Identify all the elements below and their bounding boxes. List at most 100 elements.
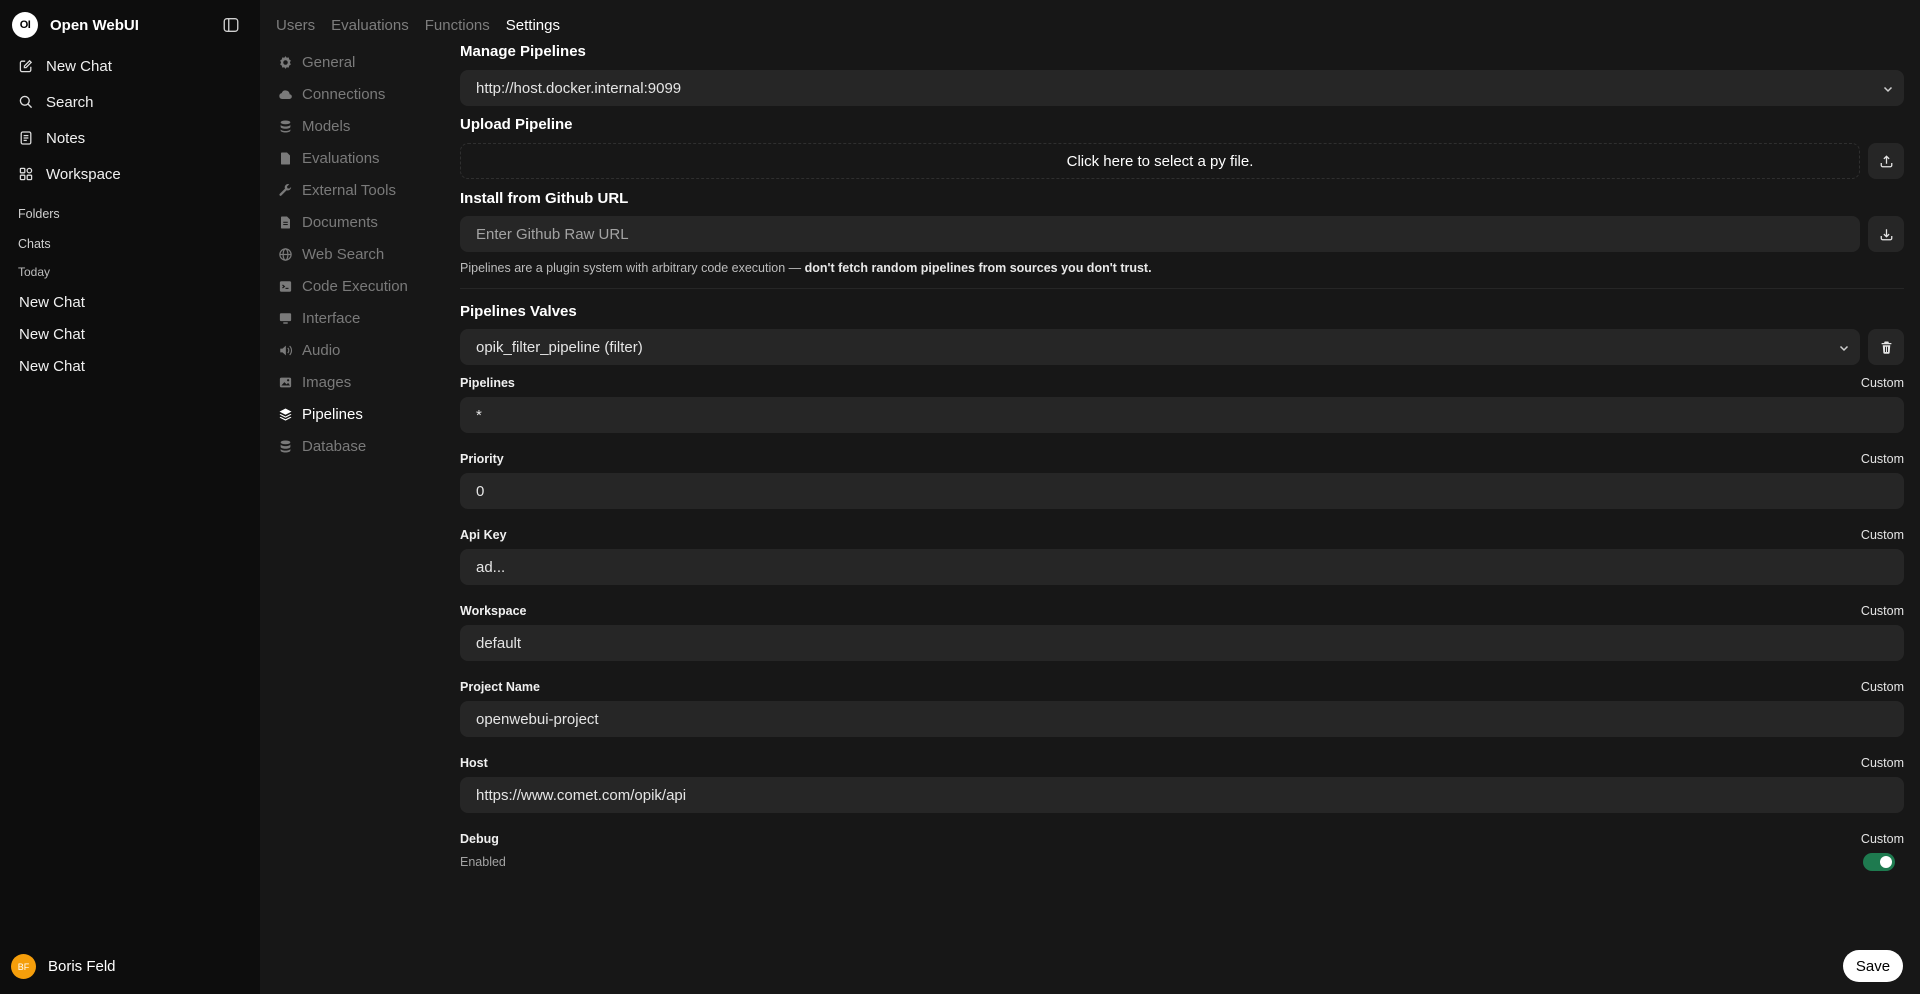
layers-icon (279, 408, 292, 421)
tab-functions[interactable]: Functions (425, 17, 490, 34)
valve-input-api-key[interactable]: ad... (460, 549, 1904, 585)
custom-toggle[interactable]: Custom (1861, 528, 1904, 542)
settings-item-models[interactable]: Models (278, 110, 408, 142)
valve-input-project-name[interactable]: openwebui-project (460, 701, 1904, 737)
chat-item[interactable]: New Chat (19, 326, 85, 343)
notes-icon (20, 131, 32, 145)
toggle-knob (1880, 856, 1892, 868)
search-button[interactable]: Search (18, 90, 94, 114)
settings-item-label: Connections (302, 85, 386, 103)
github-url-input[interactable] (460, 216, 1860, 252)
settings-item-label: Database (302, 437, 367, 455)
tab-users[interactable]: Users (276, 17, 315, 34)
document-text-icon (281, 216, 290, 228)
pipelines-url-select[interactable]: http://host.docker.internal:9099 (460, 70, 1904, 106)
save-button[interactable]: Save (1843, 950, 1903, 982)
document-icon (281, 152, 290, 164)
debug-toggle[interactable] (1863, 853, 1895, 871)
pipelines-warning: Pipelines are a plugin system with arbit… (460, 261, 1152, 275)
settings-item-interface[interactable]: Interface (278, 302, 408, 334)
upload-pipeline-dropzone[interactable]: Click here to select a py file. (460, 143, 1860, 179)
upload-pipeline-title: Upload Pipeline (460, 116, 573, 133)
custom-toggle[interactable]: Custom (1861, 604, 1904, 618)
workspace-icon (19, 167, 33, 181)
upload-pipeline-button[interactable] (1868, 143, 1904, 179)
settings-item-external-tools[interactable]: External Tools (278, 174, 408, 206)
custom-toggle[interactable]: Custom (1861, 756, 1904, 770)
user-menu[interactable]: BF Boris Feld (11, 954, 116, 979)
custom-toggle[interactable]: Custom (1861, 376, 1904, 390)
custom-toggle[interactable]: Custom (1861, 680, 1904, 694)
admin-tabs: Users Evaluations Functions Settings (276, 17, 560, 34)
settings-item-label: Code Execution (302, 277, 408, 295)
debug-status: Enabled (460, 855, 506, 869)
workspace-button[interactable]: Workspace (18, 162, 121, 186)
tab-settings[interactable]: Settings (506, 17, 560, 34)
nav-label: Notes (46, 129, 86, 147)
valve-label-project-name: Project Name (460, 680, 540, 694)
settings-item-evaluations[interactable]: Evaluations (278, 142, 408, 174)
valve-value: openwebui-project (476, 710, 599, 728)
chat-item[interactable]: New Chat (19, 358, 85, 375)
settings-item-label: Pipelines (302, 405, 363, 423)
valve-label-workspace: Workspace (460, 604, 527, 618)
code-icon (279, 280, 292, 292)
image-icon (279, 377, 292, 387)
pipelines-valves-title: Pipelines Valves (460, 303, 577, 320)
valves-pipeline-select[interactable]: opik_filter_pipeline (filter) (460, 329, 1860, 365)
settings-item-code-execution[interactable]: Code Execution (278, 270, 408, 302)
search-icon (19, 95, 33, 109)
custom-toggle[interactable]: Custom (1861, 452, 1904, 466)
settings-item-label: Audio (302, 341, 341, 359)
upload-icon (1880, 154, 1892, 167)
valve-input-priority[interactable]: 0 (460, 473, 1904, 509)
notes-button[interactable]: Notes (18, 126, 85, 150)
settings-item-label: Images (302, 373, 352, 391)
settings-item-pipelines[interactable]: Pipelines (278, 398, 408, 430)
speaker-icon (280, 345, 292, 355)
custom-toggle[interactable]: Custom (1861, 832, 1904, 846)
settings-item-images[interactable]: Images (278, 366, 408, 398)
sidebar-toggle-icon[interactable] (222, 16, 240, 34)
delete-pipeline-button[interactable] (1868, 329, 1904, 365)
chevron-down-icon (1839, 345, 1849, 352)
valve-value: https://www.comet.com/opik/api (476, 786, 687, 804)
app-logo: OI (12, 12, 38, 38)
trash-icon (1881, 341, 1891, 354)
settings-item-label: Models (302, 117, 351, 135)
new-chat-button[interactable]: New Chat (18, 54, 112, 78)
folders-label[interactable]: Folders (18, 207, 60, 221)
app-title: Open WebUI (50, 16, 139, 34)
settings-item-documents[interactable]: Documents (278, 206, 408, 238)
settings-item-database[interactable]: Database (278, 430, 408, 462)
database-stack-icon (280, 120, 291, 132)
divider (460, 288, 1904, 289)
settings-item-label: Documents (302, 213, 378, 231)
settings-item-label: Web Search (302, 245, 385, 263)
download-icon (1880, 228, 1892, 240)
globe-icon (279, 247, 292, 261)
install-github-button[interactable] (1868, 216, 1904, 252)
brand[interactable]: OI Open WebUI (12, 12, 139, 38)
settings-item-label: Evaluations (302, 149, 380, 167)
valves-pipeline-value: opik_filter_pipeline (filter) (476, 338, 643, 356)
valve-input-workspace[interactable]: default (460, 625, 1904, 661)
settings-item-label: Interface (302, 309, 361, 327)
settings-item-connections[interactable]: Connections (278, 78, 408, 110)
valve-value: 0 (476, 482, 485, 500)
valve-input-host[interactable]: https://www.comet.com/opik/api (460, 777, 1904, 813)
tab-evaluations[interactable]: Evaluations (331, 17, 409, 34)
today-label: Today (18, 265, 51, 279)
valve-label-host: Host (460, 756, 488, 770)
warning-prefix: Pipelines are a plugin system with arbit… (460, 261, 802, 275)
wrench-icon (279, 183, 292, 196)
settings-item-web-search[interactable]: Web Search (278, 238, 408, 270)
valve-label-priority: Priority (460, 452, 504, 466)
chat-item[interactable]: New Chat (19, 294, 85, 311)
valve-input-pipelines[interactable]: * (460, 397, 1904, 433)
chats-label[interactable]: Chats (18, 237, 51, 251)
settings-item-audio[interactable]: Audio (278, 334, 408, 366)
monitor-icon (279, 312, 292, 324)
sidebar: OI Open WebUI New Chat Search Notes Work… (0, 0, 260, 994)
settings-item-general[interactable]: General (278, 46, 408, 78)
